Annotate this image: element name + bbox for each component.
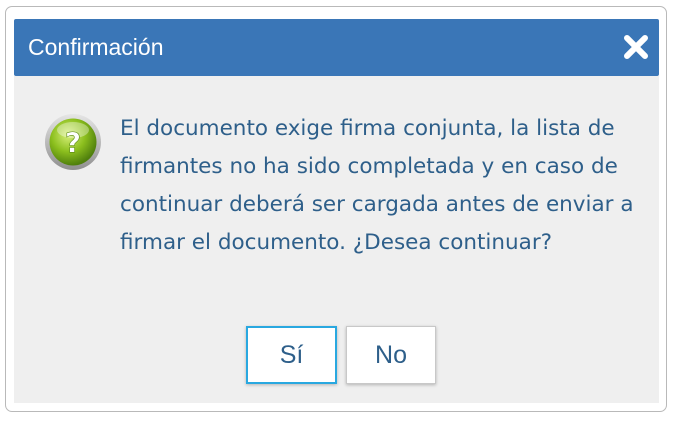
- svg-text:?: ?: [65, 126, 81, 159]
- dialog-message: El documento exige firma conjunta, la li…: [120, 116, 634, 255]
- yes-button[interactable]: Sí: [246, 326, 337, 384]
- question-icon: ?: [43, 112, 103, 172]
- dialog-title: Confirmación: [28, 34, 164, 60]
- dialog-content: ? El documento exige firma conjunta, la …: [14, 76, 659, 403]
- confirmation-dialog: Confirmación ? El documento exige firma …: [5, 6, 667, 412]
- no-button[interactable]: No: [346, 326, 436, 384]
- close-icon[interactable]: [621, 32, 651, 62]
- dialog-titlebar: Confirmación: [14, 19, 659, 76]
